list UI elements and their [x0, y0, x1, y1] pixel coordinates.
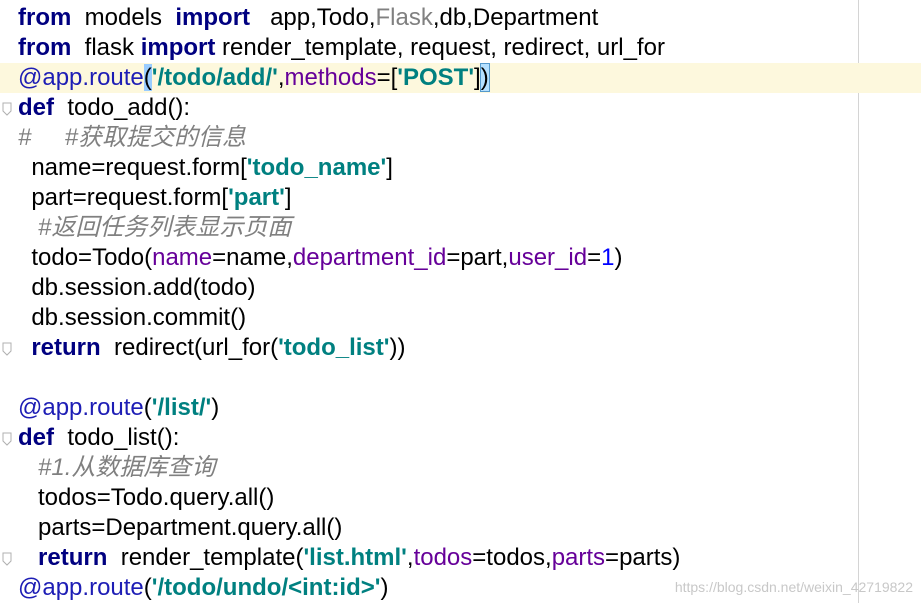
code-token: # #获取提交的信息 — [18, 124, 247, 151]
code-token: ) — [380, 574, 389, 601]
code-token: todo_list(): — [54, 424, 180, 451]
code-token: '/todo/add/' — [151, 64, 278, 91]
code-token: ) — [211, 394, 220, 421]
code-token: = — [587, 244, 602, 271]
fold-marker-icon[interactable] — [2, 342, 12, 356]
code-token: 'part' — [228, 184, 285, 211]
code-token: def — [18, 424, 54, 451]
code-line[interactable] — [0, 363, 921, 393]
code-token: =parts) — [605, 544, 681, 571]
code-line[interactable]: #返回任务列表显示页面 — [0, 213, 921, 243]
code-token: todo=Todo( — [18, 244, 153, 271]
code-line[interactable]: #1.从数据库查询 — [0, 453, 921, 483]
code-token: 1 — [601, 244, 615, 271]
code-token: Flask — [375, 4, 433, 31]
code-token: ,db,Department — [432, 4, 599, 31]
code-line[interactable]: return redirect(url_for('todo_list')) — [0, 333, 921, 363]
code-token: db.session.add(todo) — [18, 274, 256, 301]
code-line[interactable]: @app.route('/todo/add/',methods=['POST']… — [0, 63, 921, 93]
code-token: =part, — [446, 244, 509, 271]
code-token: ] — [284, 184, 292, 211]
code-token: #返回任务列表显示页面 — [18, 214, 292, 241]
code-token: parts — [551, 544, 606, 571]
code-line[interactable]: from models import app,Todo,Flask,db,Dep… — [0, 3, 921, 33]
code-token: redirect(url_for( — [100, 334, 279, 361]
code-token: from — [18, 4, 72, 31]
code-token: return — [38, 544, 108, 571]
code-token: flask — [71, 34, 141, 61]
code-token: models — [71, 4, 176, 31]
code-token: ] — [474, 64, 481, 91]
code-token: app,Todo, — [250, 4, 376, 31]
code-token: 'todo_list' — [278, 334, 390, 361]
code-line[interactable]: db.session.add(todo) — [0, 273, 921, 303]
code-token: todo_add(): — [54, 94, 191, 121]
code-token: =todos, — [472, 544, 552, 571]
code-token: '/todo/undo/<int:id>' — [151, 574, 381, 601]
code-token: render_template( — [107, 544, 304, 571]
code-token: part=request.form[ — [18, 184, 229, 211]
code-line[interactable]: db.session.commit() — [0, 303, 921, 333]
watermark-text: https://blog.csdn.net/weixin_42719822 — [674, 579, 913, 595]
code-token: todos — [413, 544, 473, 571]
code-token: import — [140, 34, 216, 61]
code-token: render_template, request, redirect, url_… — [215, 34, 665, 61]
code-token: todos=Todo.query.all() — [18, 484, 275, 511]
code-token: , — [406, 544, 414, 571]
code-token: name=request.form[ — [18, 154, 247, 181]
code-token: methods — [284, 64, 377, 91]
code-line[interactable]: todo=Todo(name=name,department_id=part,u… — [0, 243, 921, 273]
code-token: #1.从数据库查询 — [18, 454, 216, 481]
code-token: 'todo_name' — [246, 154, 387, 181]
code-token: 'POST' — [397, 64, 475, 91]
code-token: , — [277, 64, 285, 91]
code-token: ] — [386, 154, 393, 181]
code-line[interactable]: name=request.form['todo_name'] — [0, 153, 921, 183]
code-token: ) — [479, 63, 490, 92]
code-token: user_id — [508, 244, 588, 271]
code-token: =name, — [212, 244, 293, 271]
code-line[interactable]: def todo_add(): — [0, 93, 921, 123]
code-token: from — [18, 34, 72, 61]
code-token: import — [175, 4, 251, 31]
code-token: @app.route — [18, 394, 144, 421]
code-line[interactable]: def todo_list(): — [0, 423, 921, 453]
code-line[interactable]: parts=Department.query.all() — [0, 513, 921, 543]
code-token: '/list/' — [151, 394, 212, 421]
fold-marker-icon[interactable] — [2, 552, 12, 566]
code-line[interactable]: todos=Todo.query.all() — [0, 483, 921, 513]
code-token: ) — [614, 244, 623, 271]
code-token: )) — [389, 334, 406, 361]
code-token: db.session.commit() — [18, 304, 247, 331]
code-line[interactable]: part=request.form['part'] — [0, 183, 921, 213]
fold-marker-icon[interactable] — [2, 432, 12, 446]
code-token: @app.route — [18, 574, 144, 601]
code-token: parts=Department.query.all() — [18, 514, 343, 541]
code-editor[interactable]: from models import app,Todo,Flask,db,Dep… — [0, 0, 921, 603]
code-line[interactable]: # #获取提交的信息 — [0, 123, 921, 153]
code-token: @app.route — [18, 64, 144, 91]
code-token: return — [31, 334, 101, 361]
code-line[interactable]: @app.route('/list/') — [0, 393, 921, 423]
code-token: ( — [143, 574, 152, 601]
code-line[interactable]: return render_template('list.html',todos… — [0, 543, 921, 573]
code-token: ( — [143, 394, 152, 421]
code-token: def — [18, 94, 54, 121]
code-line[interactable]: from flask import render_template, reque… — [0, 33, 921, 63]
code-token: ( — [143, 64, 152, 91]
code-token: department_id — [292, 244, 447, 271]
code-token: 'list.html' — [303, 544, 407, 571]
fold-marker-icon[interactable] — [2, 102, 12, 116]
code-area[interactable]: from models import app,Todo,Flask,db,Dep… — [0, 3, 921, 603]
code-token: =[ — [376, 64, 398, 91]
code-token: name — [152, 244, 213, 271]
